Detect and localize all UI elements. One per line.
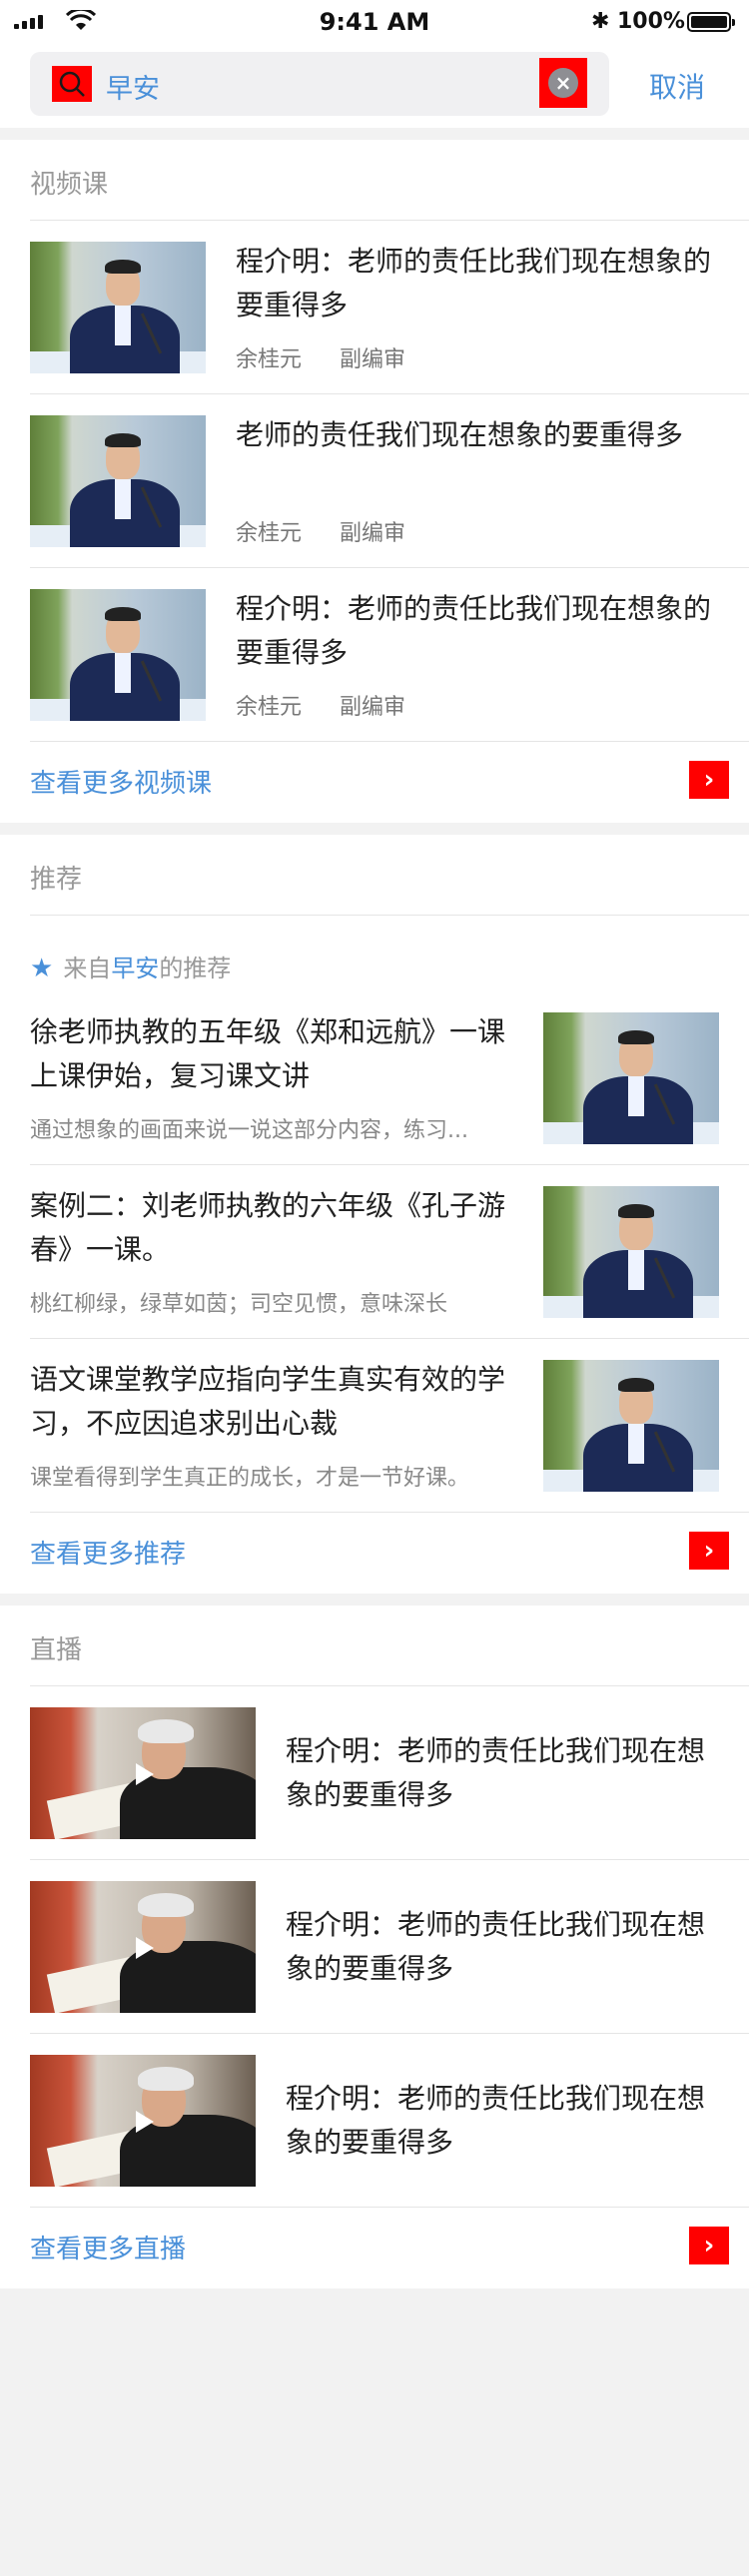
recommend-thumbnail (543, 1360, 719, 1492)
item-title: 程介明：老师的责任比我们现在想象的要重得多 (236, 245, 712, 322)
section-title: 推荐 (30, 865, 83, 895)
battery-icon (687, 12, 735, 32)
item-title: 程介明：老师的责任比我们现在想象的要重得多 (286, 1734, 706, 1811)
item-author: 余桂元 (236, 695, 303, 720)
item-role: 副编审 (340, 521, 406, 546)
item-title: 语文课堂教学应指向学生真实有效的学习，不应因追求别出心裁 (30, 1363, 506, 1440)
recommend-thumbnail (543, 1012, 719, 1144)
recommend-section: 推荐 ★ 来自早安的推荐 徐老师执教的五年级《郑和远航》一课上课伊始，复习课文讲 … (0, 835, 749, 1594)
cancel-button[interactable]: 取消 (649, 66, 705, 106)
more-recommend-link[interactable]: 查看更多推荐 (30, 1534, 186, 1571)
live-section: 直播 程介明：老师的责任比我们现在想象的要重得多 程介明：老师的责任比我们现在想… (0, 1606, 749, 2288)
chevron-right-icon[interactable]: › (689, 2227, 729, 2264)
more-videos-link[interactable]: 查看更多视频课 (30, 763, 212, 800)
recommend-thumbnail (543, 1186, 719, 1318)
search-icon (52, 66, 92, 102)
play-icon (136, 1763, 154, 1785)
item-title: 老师的责任我们现在想象的要重得多 (236, 418, 684, 451)
item-desc: 通过想象的画面来说一说这部分内容，练习... (30, 1118, 468, 1143)
search-input[interactable]: 早安 (106, 67, 160, 106)
more-live-link[interactable]: 查看更多直播 (30, 2229, 186, 2265)
item-title: 程介明：老师的责任比我们现在想象的要重得多 (286, 1908, 706, 1985)
live-thumbnail (30, 2055, 256, 2187)
live-thumbnail (30, 1707, 256, 1839)
video-thumbnail (30, 242, 206, 373)
video-thumbnail (30, 415, 206, 547)
search-header: 早安 × 取消 (0, 42, 749, 128)
bluetooth-icon: ✱ (591, 9, 610, 34)
chevron-right-icon[interactable]: › (689, 1532, 729, 1570)
status-bar: 9:41 AM ✱ 100% (0, 0, 749, 42)
item-desc: 桃红柳绿，绿草如茵；司空见惯，意味深长 (30, 1292, 448, 1317)
item-title: 徐老师执教的五年级《郑和远航》一课上课伊始，复习课文讲 (30, 1015, 506, 1092)
item-author: 余桂元 (236, 521, 303, 546)
search-box[interactable]: 早安 × (30, 52, 609, 116)
video-section: 视频课 程介明：老师的责任比我们现在想象的要重得多 余桂元 副编审 老师的责任我… (0, 140, 749, 823)
item-desc: 课堂看得到学生真正的成长，才是一节好课。 (30, 1466, 470, 1491)
close-icon: × (548, 68, 578, 98)
play-icon (136, 2111, 154, 2133)
item-title: 案例二：刘老师执教的六年级《孔子游春》一课。 (30, 1189, 506, 1266)
item-title: 程介明：老师的责任比我们现在想象的要重得多 (236, 592, 712, 669)
recommend-source: ★ 来自早安的推荐 (30, 954, 232, 983)
item-role: 副编审 (340, 347, 406, 372)
item-role: 副编审 (340, 695, 406, 720)
item-author: 余桂元 (236, 347, 303, 372)
battery-percent: 100% (617, 9, 685, 34)
section-title: 视频课 (30, 170, 109, 200)
video-thumbnail (30, 589, 206, 721)
clear-search-button[interactable]: × (539, 58, 587, 108)
section-title: 直播 (30, 1635, 83, 1665)
item-title: 程介明：老师的责任比我们现在想象的要重得多 (286, 2082, 706, 2159)
live-thumbnail (30, 1881, 256, 2013)
chevron-right-icon[interactable]: › (689, 761, 729, 799)
play-icon (136, 1937, 154, 1959)
star-icon: ★ (30, 954, 54, 983)
